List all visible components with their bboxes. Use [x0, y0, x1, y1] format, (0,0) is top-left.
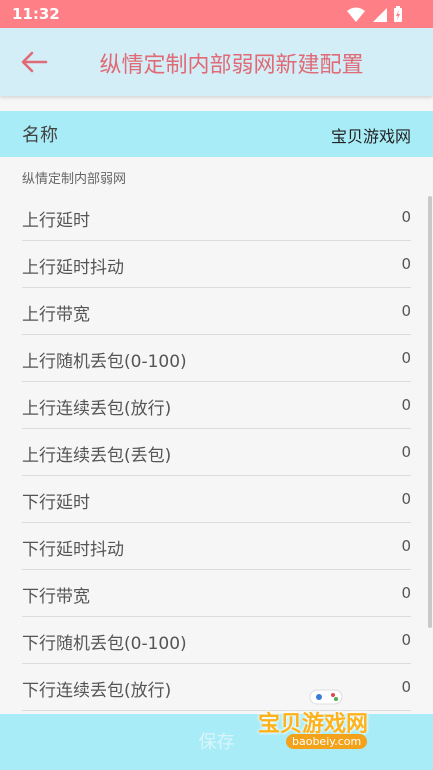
field-label: 下行随机丢包(0-100) [22, 634, 187, 654]
list-item[interactable]: 上行延时 0 [22, 194, 411, 241]
list-item[interactable]: 上行随机丢包(0-100) 0 [22, 335, 411, 382]
wifi-icon [347, 7, 365, 22]
field-value[interactable]: 0 [401, 537, 411, 555]
field-label: 下行延时抖动 [22, 540, 124, 560]
config-list: 上行延时 0 上行延时抖动 0 上行带宽 0 上行随机丢包(0-100) 0 上行连续丢… [0, 194, 433, 711]
field-value[interactable]: 0 [401, 443, 411, 461]
watermark-url: baobeiy.com [286, 734, 368, 749]
app-bar: 纵情定制内部弱网新建配置 [0, 28, 433, 96]
watermark: 宝贝游戏网 baobeiy.com [258, 684, 408, 764]
list-item[interactable]: 下行延时 0 [22, 476, 411, 523]
field-value[interactable]: 0 [401, 349, 411, 367]
page-title: 纵情定制内部弱网新建配置 [99, 53, 364, 78]
list-item[interactable]: 上行带宽 0 [22, 288, 411, 335]
section-title: 纵情定制内部弱网 [22, 172, 127, 187]
name-label: 名称 [22, 125, 58, 146]
list-item[interactable]: 下行带宽 0 [22, 570, 411, 617]
field-value[interactable]: 0 [401, 490, 411, 508]
field-label: 下行带宽 [22, 587, 90, 607]
status-time: 11:32 [12, 5, 60, 23]
scrollbar[interactable] [428, 196, 432, 628]
field-label: 上行连续丢包(丢包) [22, 446, 172, 466]
field-value[interactable]: 0 [401, 631, 411, 649]
list-item[interactable]: 上行连续丢包(放行) 0 [22, 382, 411, 429]
name-value[interactable]: 宝贝游戏网 [331, 123, 411, 147]
gamepad-icon [309, 689, 343, 705]
field-label: 上行随机丢包(0-100) [22, 352, 187, 372]
field-label: 下行延时 [22, 493, 90, 513]
name-row[interactable]: 名称 宝贝游戏网 [0, 111, 433, 157]
field-value[interactable]: 0 [401, 584, 411, 602]
field-label: 上行延时抖动 [22, 258, 124, 278]
field-value[interactable]: 0 [401, 208, 411, 226]
field-label: 上行延时 [22, 211, 90, 231]
list-item[interactable]: 下行延时抖动 0 [22, 523, 411, 570]
field-value[interactable]: 0 [401, 302, 411, 320]
field-value[interactable]: 0 [401, 396, 411, 414]
status-bar: 11:32 [0, 0, 433, 28]
signal-icon [373, 7, 387, 22]
list-item[interactable]: 上行连续丢包(丢包) 0 [22, 429, 411, 476]
field-label: 上行连续丢包(放行) [22, 399, 172, 419]
field-value[interactable]: 0 [401, 255, 411, 273]
list-item[interactable]: 上行延时抖动 0 [22, 241, 411, 288]
field-label: 下行连续丢包(放行) [22, 681, 172, 701]
battery-icon [394, 6, 402, 22]
list-item[interactable]: 下行随机丢包(0-100) 0 [22, 617, 411, 664]
field-label: 上行带宽 [22, 305, 90, 325]
